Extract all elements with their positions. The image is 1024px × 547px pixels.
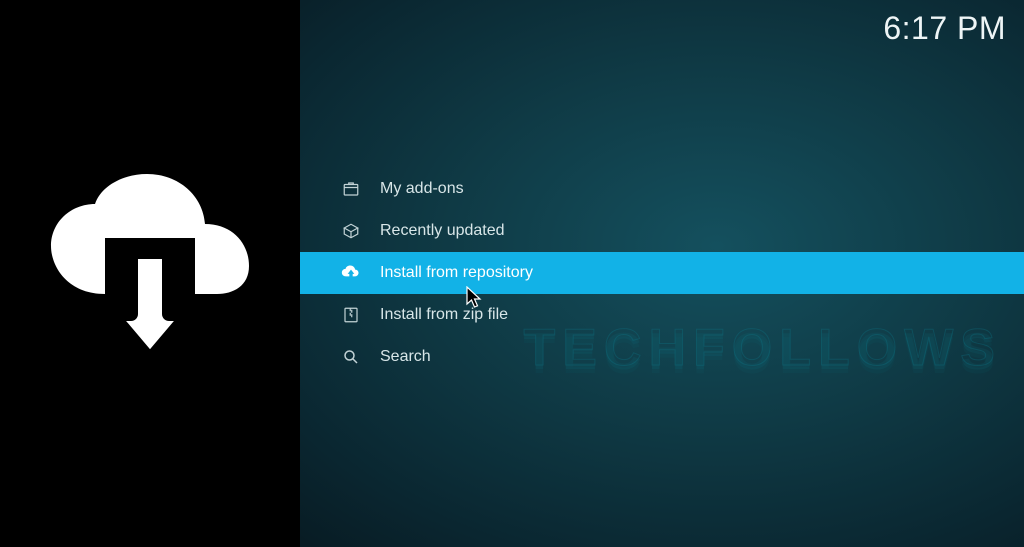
sidebar xyxy=(0,0,300,547)
zip-file-icon xyxy=(338,306,364,324)
menu-item-label: Install from repository xyxy=(380,264,533,282)
menu-item-label: My add-ons xyxy=(380,180,464,198)
search-icon xyxy=(338,348,364,366)
menu-item-recently-updated[interactable]: Recently updated xyxy=(300,210,1024,252)
menu-item-my-addons[interactable]: My add-ons xyxy=(300,168,1024,210)
cloud-download-large-icon xyxy=(45,174,255,374)
menu-item-install-from-repository[interactable]: Install from repository xyxy=(300,252,1024,294)
cloud-down-icon xyxy=(338,264,364,282)
box-addon-icon xyxy=(338,180,364,198)
menu-item-label: Install from zip file xyxy=(380,306,508,324)
menu-list: My add-ons Recently updated Install from… xyxy=(300,168,1024,378)
menu-item-install-from-zip[interactable]: Install from zip file xyxy=(300,294,1024,336)
open-box-icon xyxy=(338,222,364,240)
clock: 6:17 PM xyxy=(883,6,1006,47)
menu-item-label: Search xyxy=(380,348,431,366)
menu-item-label: Recently updated xyxy=(380,222,505,240)
menu-item-search[interactable]: Search xyxy=(300,336,1024,378)
